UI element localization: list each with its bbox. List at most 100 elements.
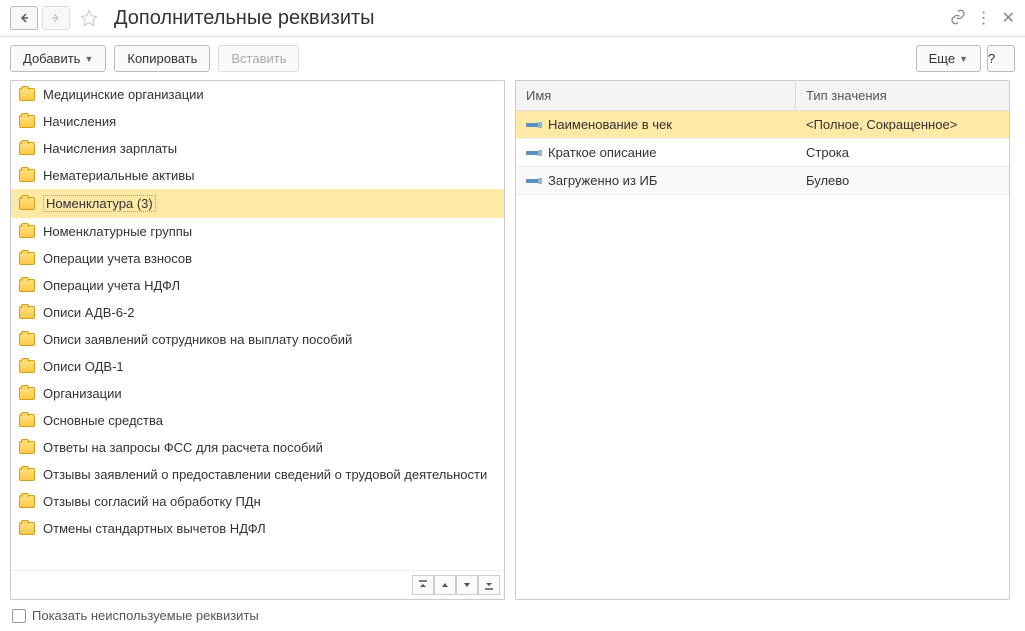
tree-list[interactable]: Медицинские организации Начисления Начисле… [11,81,504,570]
tree-item[interactable]: Описи заявлений сотрудников на выплату п… [11,326,504,353]
copy-button[interactable]: Копировать [114,45,210,72]
more-button[interactable]: Еще ▼ [916,45,981,72]
nav-forward-button[interactable] [42,6,70,30]
folder-icon [19,88,35,101]
scroll-bottom-button[interactable] [478,575,500,595]
help-button[interactable]: ? [987,45,1015,72]
nav-back-button[interactable] [10,6,38,30]
tree-item-label: Отмены стандартных вычетов НДФЛ [43,521,266,536]
folder-icon [19,468,35,481]
cell-name: Краткое описание [516,139,796,166]
tree-item[interactable]: Отмены стандартных вычетов НДФЛ [11,515,504,542]
tree-item-label: Начисления зарплаты [43,141,177,156]
tree-item-label: Медицинские организации [43,87,204,102]
attr-name-label: Наименование в чек [548,117,672,132]
tree-item-label: Начисления [43,114,116,129]
tree-item[interactable]: Номенклатурные группы [11,218,504,245]
table-body[interactable]: Наименование в чек<Полное, Сокращенное>К… [516,111,1009,599]
column-header-name[interactable]: Имя [516,81,796,110]
tree-item[interactable]: Операции учета взносов [11,245,504,272]
tree-item-label: Организации [43,386,122,401]
tree-item-label: Операции учета НДФЛ [43,278,180,293]
paste-button-label: Вставить [231,51,286,66]
header-right: ⋮ ✕ [950,8,1015,28]
table-row[interactable]: Краткое описаниеСтрока [516,139,1009,167]
scroll-up-button[interactable] [434,575,456,595]
folder-icon [19,360,35,373]
tree-item-label: Отзывы заявлений о предоставлении сведен… [43,467,487,482]
page-title: Дополнительные реквизиты [114,7,946,30]
copy-button-label: Копировать [127,51,197,66]
tree-item[interactable]: Отзывы заявлений о предоставлении сведен… [11,461,504,488]
show-unused-label: Показать неиспользуемые реквизиты [32,608,259,623]
tree-item[interactable]: Нематериальные активы [11,162,504,189]
tree-item[interactable]: Описи АДВ-6-2 [11,299,504,326]
table-row[interactable]: Наименование в чек <Полное, Сокращенное> [516,111,1009,139]
folder-icon [19,387,35,400]
table-header: Имя Тип значения [516,81,1009,111]
arrow-right-icon [51,13,61,23]
list-nav-controls [11,570,504,599]
cell-type: <Полное, Сокращенное> [796,111,1009,138]
attribute-icon [526,179,540,183]
add-button[interactable]: Добавить ▼ [10,45,106,72]
tree-item[interactable]: Отзывы согласий на обработку ПДн [11,488,504,515]
tree-item-label: Описи ОДВ-1 [43,359,124,374]
link-icon[interactable] [950,9,966,28]
tree-item-label: Номенклатурные группы [43,224,192,239]
folder-icon [19,252,35,265]
tree-item-label: Основные средства [43,413,163,428]
tree-item-label: Номенклатура (3) [43,195,156,212]
tree-item[interactable]: Номенклатура (3) [11,189,504,218]
close-icon[interactable]: ✕ [1002,8,1015,28]
tree-item-label: Описи заявлений сотрудников на выплату п… [43,332,352,347]
tree-item-label: Ответы на запросы ФСС для расчета пособи… [43,440,323,455]
content-area: Медицинские организации Начисления Начисле… [0,80,1025,600]
header-bar: Дополнительные реквизиты ⋮ ✕ [0,0,1025,37]
help-button-label: ? [988,51,995,66]
caret-down-icon: ▼ [959,54,968,64]
arrow-top-icon [418,580,428,590]
tree-item-label: Отзывы согласий на обработку ПДн [43,494,261,509]
folder-icon [19,142,35,155]
more-button-label: Еще [929,51,955,66]
folder-icon [19,495,35,508]
folder-icon [19,279,35,292]
tree-item[interactable]: Ответы на запросы ФСС для расчета пособи… [11,434,504,461]
attribute-icon [526,123,540,127]
paste-button[interactable]: Вставить [218,45,299,72]
tree-item-label: Нематериальные активы [43,168,195,183]
tree-item[interactable]: Основные средства [11,407,504,434]
toolbar-right: Еще ▼ ? [916,45,1015,72]
arrow-left-icon [19,13,29,23]
tree-item[interactable]: Медицинские организации [11,81,504,108]
attribute-icon [526,151,540,155]
kebab-menu-icon[interactable]: ⋮ [976,8,992,28]
attr-name-label: Краткое описание [548,145,657,160]
tree-item[interactable]: Начисления зарплаты [11,135,504,162]
tree-item[interactable]: Организации [11,380,504,407]
footer: Показать неиспользуемые реквизиты [0,600,1025,631]
arrow-down-icon [462,580,472,590]
folder-icon [19,169,35,182]
folder-icon [19,197,35,210]
scroll-top-button[interactable] [412,575,434,595]
tree-panel: Медицинские организации Начисления Начисле… [10,80,505,600]
folder-icon [19,333,35,346]
folder-icon [19,414,35,427]
favorite-star-icon[interactable] [78,7,100,29]
arrow-bottom-icon [484,580,494,590]
folder-icon [19,441,35,454]
show-unused-checkbox[interactable] [12,609,26,623]
folder-icon [19,115,35,128]
add-button-label: Добавить [23,51,80,66]
tree-item[interactable]: Начисления [11,108,504,135]
tree-item[interactable]: Операции учета НДФЛ [11,272,504,299]
table-row[interactable]: Загруженно из ИББулево [516,167,1009,195]
folder-icon [19,225,35,238]
column-header-type[interactable]: Тип значения [796,81,1009,110]
tree-item[interactable]: Описи ОДВ-1 [11,353,504,380]
scroll-down-button[interactable] [456,575,478,595]
toolbar: Добавить ▼ Копировать Вставить Еще ▼ ? [0,37,1025,80]
attributes-panel: Имя Тип значения Наименование в чек <Полн… [515,80,1010,600]
